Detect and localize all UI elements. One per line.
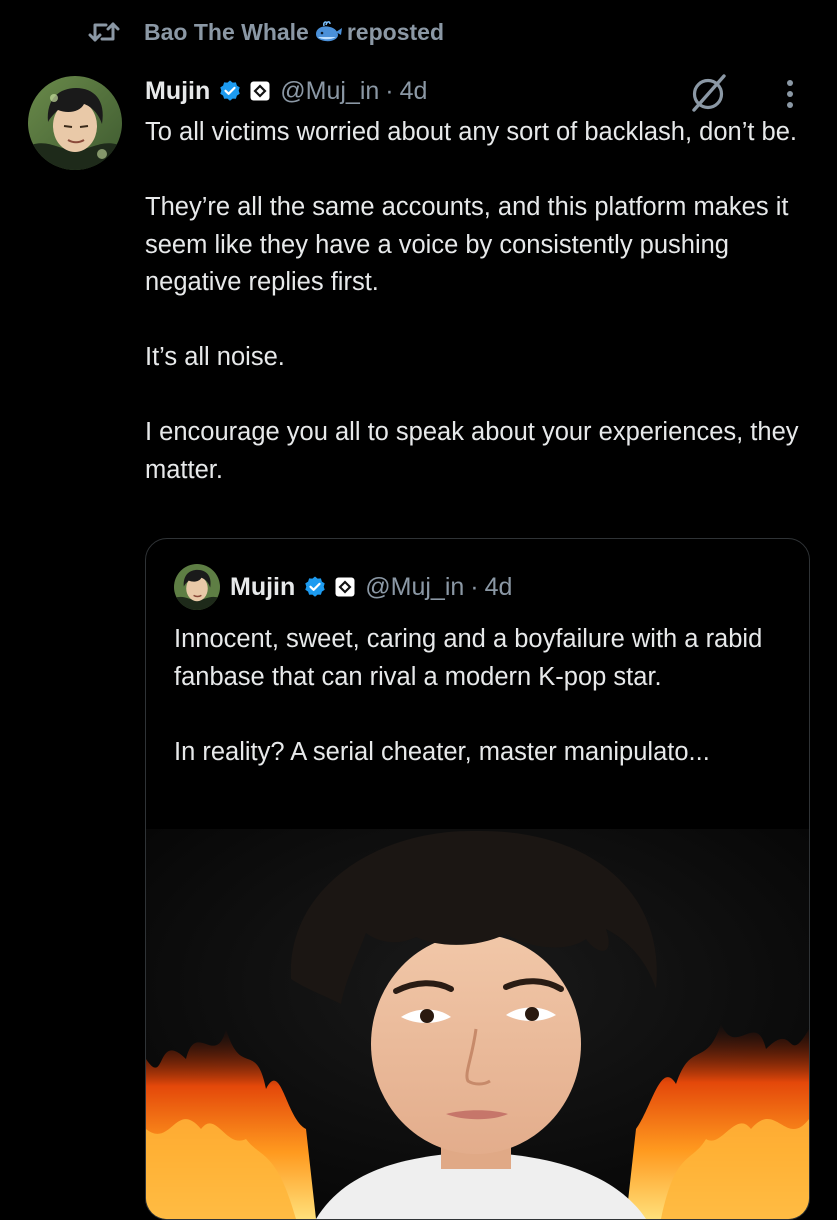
- quoted-author-handle[interactable]: @Muj_in: [365, 573, 464, 602]
- repost-label: reposted: [346, 18, 444, 45]
- affiliate-badge-icon[interactable]: [335, 577, 355, 597]
- tweet-body: To all victims worried about any sort of…: [145, 114, 815, 527]
- verified-badge-icon: [220, 80, 240, 101]
- verified-badge-icon: [305, 576, 325, 597]
- quoted-tweet-body: Innocent, sweet, caring and a boyfailure…: [174, 621, 794, 809]
- grok-icon[interactable]: [688, 72, 730, 114]
- author-avatar[interactable]: [28, 76, 122, 170]
- more-options-icon[interactable]: [778, 74, 802, 114]
- tweet-paragraph: It’s all noise.: [145, 343, 285, 371]
- author-name[interactable]: Mujin: [145, 77, 210, 106]
- quoted-tweet-timestamp[interactable]: 4d: [485, 573, 513, 602]
- affiliate-badge-icon[interactable]: [250, 81, 270, 101]
- tweet-paragraph: To all victims worried about any sort of…: [145, 118, 797, 146]
- whale-emoji-icon: [315, 21, 342, 42]
- repost-icon: [88, 22, 120, 42]
- tweet-timestamp[interactable]: 4d: [400, 77, 428, 106]
- quoted-tweet-header: Mujin @Muj_in · 4d: [174, 563, 512, 611]
- author-handle[interactable]: @Muj_in: [280, 77, 379, 106]
- tweet-paragraph: They’re all the same accounts, and this …: [145, 193, 789, 296]
- separator-dot: ·: [470, 572, 479, 601]
- quoted-tweet-media[interactable]: [146, 829, 809, 1219]
- repost-indicator[interactable]: Bao The Whale reposted: [88, 14, 444, 50]
- repost-user[interactable]: Bao The Whale: [144, 19, 309, 46]
- quoted-author-avatar[interactable]: [174, 564, 220, 610]
- quoted-author-name[interactable]: Mujin: [230, 573, 295, 602]
- tweet-header: Mujin @Muj_in · 4d: [145, 70, 427, 112]
- separator-dot: ·: [385, 76, 394, 105]
- quoted-paragraph: In reality? A serial cheater, master man…: [174, 737, 710, 766]
- quoted-paragraph: Innocent, sweet, caring and a boyfailure…: [174, 625, 763, 691]
- quoted-tweet-card[interactable]: Mujin @Muj_in · 4d Innocent, sweet, cari…: [145, 538, 810, 1220]
- tweet-paragraph: I encourage you all to speak about your …: [145, 418, 799, 484]
